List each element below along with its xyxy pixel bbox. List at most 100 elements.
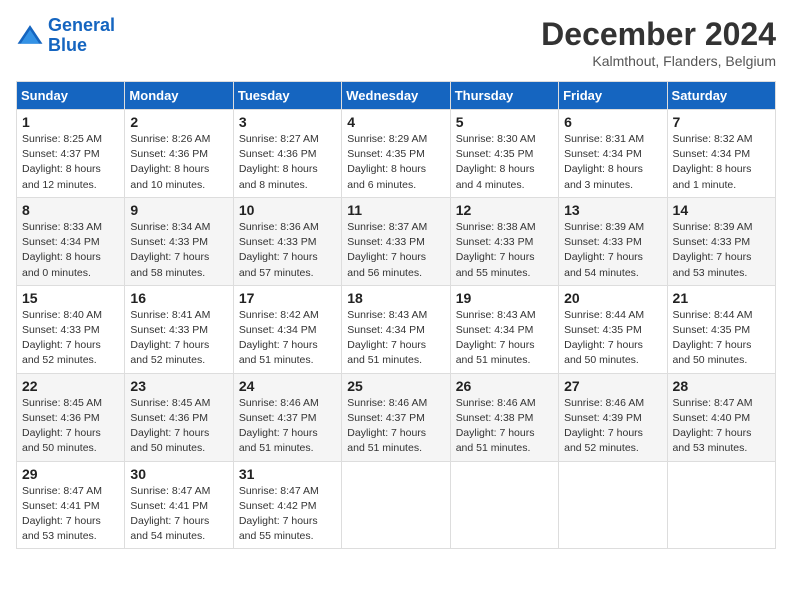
calendar-cell: 31Sunrise: 8:47 AMSunset: 4:42 PMDayligh…	[233, 461, 341, 549]
day-number: 28	[673, 378, 770, 394]
day-number: 7	[673, 114, 770, 130]
calendar-cell: 19 Sunrise: 8:43 AM Sunset: 4:34 PM Dayligh…	[450, 285, 558, 373]
calendar-week-3: 15Sunrise: 8:40 AMSunset: 4:33 PMDayligh…	[17, 285, 776, 373]
day-info: Sunrise: 8:45 AM Sunset: 4:36 PM Daylight:…	[22, 396, 119, 457]
sunset: Sunset: 4:36 PM	[130, 412, 208, 424]
calendar-cell: 21Sunrise: 8:44 AMSunset: 4:35 PMDayligh…	[667, 285, 775, 373]
calendar-cell: 13Sunrise: 8:39 AMSunset: 4:33 PMDayligh…	[559, 197, 667, 285]
weekday-header-tuesday: Tuesday	[233, 82, 341, 110]
weekday-header-wednesday: Wednesday	[342, 82, 450, 110]
sunset: Sunset: 4:33 PM	[130, 236, 208, 248]
sunrise: Sunrise: 8:39 AM	[673, 221, 753, 233]
day-number: 11	[347, 202, 444, 218]
sunrise: Sunrise: 8:43 AM	[456, 309, 536, 321]
calendar-cell: 16Sunrise: 8:41 AMSunset: 4:33 PMDayligh…	[125, 285, 233, 373]
day-number: 8	[22, 202, 119, 218]
sunset: Sunset: 4:33 PM	[673, 236, 751, 248]
daylight: Daylight: 7 hours and 50 minutes.	[22, 427, 101, 454]
sunset: Sunset: 4:34 PM	[564, 148, 642, 160]
calendar-cell: 10Sunrise: 8:36 AMSunset: 4:33 PMDayligh…	[233, 197, 341, 285]
day-number: 1	[22, 114, 119, 130]
daylight: Daylight: 8 hours and 1 minute.	[673, 163, 752, 190]
day-number: 27	[564, 378, 661, 394]
day-number: 19	[456, 290, 553, 306]
calendar-cell: 22 Sunrise: 8:45 AM Sunset: 4:36 PM Dayligh…	[17, 373, 125, 461]
day-number: 23	[130, 378, 227, 394]
sunrise: Sunrise: 8:45 AM	[22, 397, 102, 409]
sunrise: Sunrise: 8:47 AM	[130, 485, 210, 497]
day-number: 6	[564, 114, 661, 130]
sunset: Sunset: 4:34 PM	[347, 324, 425, 336]
calendar-cell: 18Sunrise: 8:43 AMSunset: 4:34 PMDayligh…	[342, 285, 450, 373]
sunrise: Sunrise: 8:34 AM	[130, 221, 210, 233]
sunset: Sunset: 4:37 PM	[22, 148, 100, 160]
sunrise: Sunrise: 8:29 AM	[347, 133, 427, 145]
day-info: Sunrise: 8:40 AMSunset: 4:33 PMDaylight:…	[22, 308, 119, 369]
day-info: Sunrise: 8:45 AMSunset: 4:36 PMDaylight:…	[130, 396, 227, 457]
day-info: Sunrise: 8:39 AMSunset: 4:33 PMDaylight:…	[673, 220, 770, 281]
calendar-cell: 29Sunrise: 8:47 AMSunset: 4:41 PMDayligh…	[17, 461, 125, 549]
day-info: Sunrise: 8:36 AMSunset: 4:33 PMDaylight:…	[239, 220, 336, 281]
daylight: Daylight: 7 hours and 51 minutes.	[239, 427, 318, 454]
sunset: Sunset: 4:33 PM	[456, 236, 534, 248]
day-number: 25	[347, 378, 444, 394]
calendar-cell: 26Sunrise: 8:46 AMSunset: 4:38 PMDayligh…	[450, 373, 558, 461]
sunrise: Sunrise: 8:43 AM	[347, 309, 427, 321]
calendar-cell: 7 Sunrise: 8:32 AMSunset: 4:34 PMDaylight…	[667, 110, 775, 198]
day-number: 21	[673, 290, 770, 306]
sunrise: Sunrise: 8:46 AM	[564, 397, 644, 409]
sunrise: Sunrise: 8:38 AM	[456, 221, 536, 233]
calendar-cell	[342, 461, 450, 549]
day-number: 9	[130, 202, 227, 218]
sunset: Sunset: 4:33 PM	[22, 324, 100, 336]
day-info: Sunrise: 8:46 AMSunset: 4:37 PMDaylight:…	[347, 396, 444, 457]
sunset: Sunset: 4:41 PM	[22, 500, 100, 512]
calendar-cell: 20Sunrise: 8:44 AMSunset: 4:35 PMDayligh…	[559, 285, 667, 373]
sunrise: Sunrise: 8:42 AM	[239, 309, 319, 321]
daylight: Daylight: 8 hours and 4 minutes.	[456, 163, 535, 190]
day-info: Sunrise: 8:47 AMSunset: 4:41 PMDaylight:…	[22, 484, 119, 545]
calendar-header: SundayMondayTuesdayWednesdayThursdayFrid…	[17, 82, 776, 110]
weekday-header-friday: Friday	[559, 82, 667, 110]
daylight: Daylight: 7 hours and 56 minutes.	[347, 251, 426, 278]
calendar-cell	[559, 461, 667, 549]
day-info: Sunrise: 8:33 AMSunset: 4:34 PMDaylight:…	[22, 220, 119, 281]
day-number: 30	[130, 466, 227, 482]
day-number: 5	[456, 114, 553, 130]
sunset: Sunset: 4:36 PM	[22, 412, 100, 424]
day-info: Sunrise: 8:41 AMSunset: 4:33 PMDaylight:…	[130, 308, 227, 369]
day-info: Sunrise: 8:34 AMSunset: 4:33 PMDaylight:…	[130, 220, 227, 281]
calendar-cell: 25 Sunrise: 8:46 AMSunset: 4:37 PMDayligh…	[342, 373, 450, 461]
day-info: Sunrise: 8:26 AMSunset: 4:36 PMDaylight:…	[130, 132, 227, 193]
day-info: Sunrise: 8:46 AMSunset: 4:39 PMDaylight:…	[564, 396, 661, 457]
daylight: Daylight: 7 hours and 51 minutes.	[456, 339, 535, 366]
sunset: Sunset: 4:38 PM	[456, 412, 534, 424]
day-number: 22	[22, 378, 119, 394]
daylight: Daylight: 7 hours and 52 minutes.	[130, 339, 209, 366]
daylight: Daylight: 8 hours and 0 minutes.	[22, 251, 101, 278]
logo-line2: Blue	[48, 35, 87, 55]
sunrise: Sunrise: 8:36 AM	[239, 221, 319, 233]
day-number: 2	[130, 114, 227, 130]
day-info: Sunrise: 8:46 AMSunset: 4:38 PMDaylight:…	[456, 396, 553, 457]
day-info: Sunrise: 8:43 AMSunset: 4:34 PMDaylight:…	[347, 308, 444, 369]
daylight: Daylight: 8 hours and 12 minutes.	[22, 163, 101, 190]
sunrise: Sunrise: 8:45 AM	[130, 397, 210, 409]
sunrise: Sunrise: 8:39 AM	[564, 221, 644, 233]
sunset: Sunset: 4:37 PM	[239, 412, 317, 424]
day-info: Sunrise: 8:30 AMSunset: 4:35 PMDaylight:…	[456, 132, 553, 193]
calendar-week-1: 1Sunrise: 8:25 AMSunset: 4:37 PMDaylight…	[17, 110, 776, 198]
sunset: Sunset: 4:34 PM	[456, 324, 534, 336]
day-number: 31	[239, 466, 336, 482]
day-info: Sunrise: 8:47 AMSunset: 4:41 PMDaylight:…	[130, 484, 227, 545]
calendar-cell: 14Sunrise: 8:39 AMSunset: 4:33 PMDayligh…	[667, 197, 775, 285]
daylight: Daylight: 7 hours and 52 minutes.	[564, 427, 643, 454]
sunset: Sunset: 4:33 PM	[130, 324, 208, 336]
sunrise: Sunrise: 8:30 AM	[456, 133, 536, 145]
day-info: Sunrise: 8:31 AMSunset: 4:34 PMDaylight:…	[564, 132, 661, 193]
calendar-cell: 17Sunrise: 8:42 AMSunset: 4:34 PMDayligh…	[233, 285, 341, 373]
sunrise: Sunrise: 8:40 AM	[22, 309, 102, 321]
day-info: Sunrise: 8:32 AMSunset: 4:34 PMDaylight:…	[673, 132, 770, 193]
calendar-cell: 5 Sunrise: 8:30 AMSunset: 4:35 PMDaylight…	[450, 110, 558, 198]
daylight: Daylight: 7 hours and 53 minutes.	[22, 515, 101, 542]
